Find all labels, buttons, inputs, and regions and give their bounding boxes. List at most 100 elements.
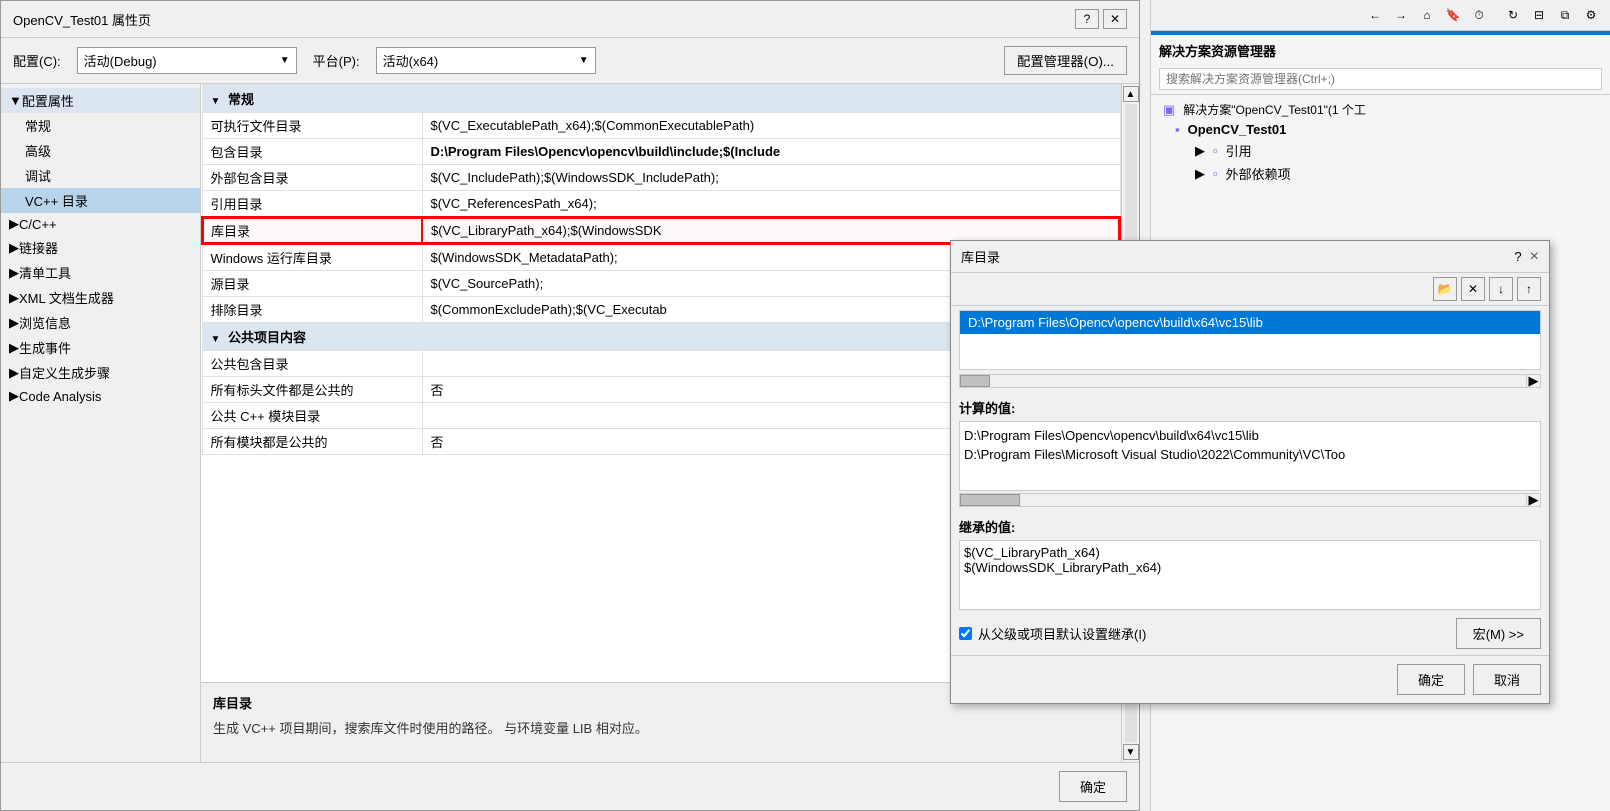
close-button[interactable]: ✕	[1103, 9, 1127, 29]
lib-delete-button[interactable]: ✕	[1461, 277, 1485, 301]
se-refs-label: 引用	[1226, 141, 1252, 160]
prop-name: 外部包含目录	[202, 165, 422, 191]
section-title-2: 公共项目内容	[228, 330, 306, 345]
group-label: 清单工具	[19, 263, 71, 282]
help-button[interactable]: ?	[1075, 9, 1099, 29]
se-home-button[interactable]: ⌂	[1416, 4, 1438, 26]
lib-titlebar-controls: ? ×	[1514, 248, 1539, 266]
lib-ok-button[interactable]: 确定	[1397, 664, 1465, 695]
lib-scroll-thumb[interactable]	[960, 375, 990, 387]
scroll-up-button[interactable]: ▲	[1123, 86, 1139, 102]
table-row[interactable]: 引用目录 $(VC_ReferencesPath_x64);	[202, 191, 1120, 218]
prop-name: 包含目录	[202, 139, 422, 165]
lib-path-list: D:\Program Files\Opencv\opencv\build\x64…	[959, 310, 1541, 370]
config-value: 活动(Debug)	[84, 51, 276, 70]
ok-button[interactable]: 确定	[1059, 771, 1127, 802]
table-row[interactable]: 包含目录 D:\Program Files\Opencv\opencv\buil…	[202, 139, 1120, 165]
lib-computed-item-2: D:\Program Files\Microsoft Visual Studio…	[964, 445, 1536, 464]
lib-inherit-checkbox[interactable]	[959, 627, 972, 640]
description-text: 生成 VC++ 项目期间，搜索库文件时使用的路径。 与环境变量 LIB 相对应。	[213, 718, 1109, 737]
sidebar-item-debug[interactable]: 调试	[1, 163, 200, 188]
section-arrow-icon: ▼	[9, 93, 22, 108]
scroll-down-button[interactable]: ▼	[1123, 744, 1139, 760]
sidebar-group-custom-build[interactable]: ▶ 自定义生成步骤	[1, 360, 200, 385]
sidebar-item-vc-dirs[interactable]: VC++ 目录	[1, 188, 200, 213]
se-tree-refs[interactable]: ▶ ▫ 引用	[1155, 139, 1606, 162]
lib-new-folder-button[interactable]: 📂	[1433, 277, 1457, 301]
sidebar-group-build-events[interactable]: ▶ 生成事件	[1, 335, 200, 360]
se-refresh-button[interactable]: ↻	[1502, 4, 1524, 26]
se-forward-button[interactable]: →	[1390, 4, 1412, 26]
table-row[interactable]: 外部包含目录 $(VC_IncludePath);$(WindowsSDK_In…	[202, 165, 1120, 191]
se-back-button[interactable]: ←	[1364, 4, 1386, 26]
lib-inherited-values: $(VC_LibraryPath_x64) $(WindowsSDK_Libra…	[959, 540, 1541, 610]
config-label: 配置(C):	[13, 51, 61, 70]
lib-path-item[interactable]: D:\Program Files\Opencv\opencv\build\x64…	[960, 311, 1540, 334]
lib-dialog: 库目录 ? × 📂 ✕ ↓ ↑ D:\Program Files\Opencv\…	[950, 240, 1550, 704]
sidebar-group-manifest[interactable]: ▶ 清单工具	[1, 260, 200, 285]
lib-close-button[interactable]: ×	[1530, 248, 1539, 266]
se-solution-label: 解决方案"OpenCV_Test01"(1 个工	[1183, 101, 1366, 118]
platform-dropdown[interactable]: 活动(x64) ▼	[376, 47, 596, 74]
sidebar-group-cpp[interactable]: ▶ C/C++	[1, 213, 200, 235]
lib-inherited-title: 继承的值:	[951, 511, 1549, 538]
dialog-titlebar: OpenCV_Test01 属性页 ? ✕	[1, 1, 1139, 38]
config-dropdown[interactable]: 活动(Debug) ▼	[77, 47, 297, 74]
se-tree-project[interactable]: ▪ OpenCV_Test01	[1155, 120, 1606, 139]
prop-name: 引用目录	[202, 191, 422, 218]
lib-cancel-button[interactable]: 取消	[1473, 664, 1541, 695]
lib-hscrollbar[interactable]: ▶	[959, 374, 1541, 388]
lib-computed-hscrollbar[interactable]: ▶	[959, 493, 1541, 507]
gear-button[interactable]: ⚙	[1580, 4, 1602, 26]
sidebar-group-xml[interactable]: ▶ XML 文档生成器	[1, 285, 200, 310]
se-bookmark-button[interactable]: 🔖	[1442, 4, 1464, 26]
sidebar-item-advanced[interactable]: 高级	[1, 138, 200, 163]
group-arrow-icon: ▶	[9, 240, 19, 256]
lib-down-button[interactable]: ↓	[1489, 277, 1513, 301]
lib-up-button[interactable]: ↑	[1517, 277, 1541, 301]
se-external-label: 外部依赖项	[1226, 164, 1291, 183]
group-label: Code Analysis	[19, 389, 101, 404]
prop-value: D:\Program Files\Opencv\opencv\build\inc…	[422, 139, 1120, 165]
external-arrow-icon: ▶	[1195, 166, 1205, 182]
lib-scroll-right[interactable]: ▶	[1526, 375, 1540, 387]
dialog-buttons: 确定	[1, 762, 1139, 810]
refs-box-icon: ▫	[1213, 143, 1218, 158]
lib-computed-scroll-right[interactable]: ▶	[1526, 494, 1540, 506]
sidebar-item-general[interactable]: 常规	[1, 113, 200, 138]
group-arrow-icon: ▶	[9, 290, 19, 306]
lib-computed-values: D:\Program Files\Opencv\opencv\build\x64…	[959, 421, 1541, 491]
sidebar-group-browse[interactable]: ▶ 浏览信息	[1, 310, 200, 335]
titlebar-controls: ? ✕	[1075, 9, 1127, 29]
lib-help-button[interactable]: ?	[1514, 249, 1521, 264]
se-timer-button[interactable]: ⏱	[1468, 4, 1490, 26]
prop-value: $(VC_ExecutablePath_x64);$(CommonExecuta…	[422, 113, 1120, 139]
lib-computed-scroll-thumb[interactable]	[960, 494, 1020, 506]
prop-value: $(VC_IncludePath);$(WindowsSDK_IncludePa…	[422, 165, 1120, 191]
prop-name-lib-dir: 库目录	[202, 217, 422, 244]
group-label: C/C++	[19, 217, 57, 232]
group-arrow-icon: ▶	[9, 265, 19, 281]
se-search-area	[1151, 64, 1610, 95]
se-search-input[interactable]	[1159, 68, 1602, 90]
se-copy-button[interactable]: ⧉	[1554, 4, 1576, 26]
group-arrow-icon: ▶	[9, 365, 19, 381]
se-split-button[interactable]: ⊟	[1528, 4, 1550, 26]
prop-name: 所有模块都是公共的	[202, 429, 422, 455]
sidebar-group-code-analysis[interactable]: ▶ Code Analysis	[1, 385, 200, 407]
prop-name: 可执行文件目录	[202, 113, 422, 139]
sidebar-section-header[interactable]: ▼ 配置属性	[1, 88, 200, 113]
prop-name: 排除目录	[202, 297, 422, 323]
dialog-title: OpenCV_Test01 属性页	[13, 10, 151, 29]
group-arrow-icon: ▶	[9, 388, 19, 404]
se-tree-solution[interactable]: ▣ 解决方案"OpenCV_Test01"(1 个工	[1155, 99, 1606, 120]
group-label: 链接器	[19, 238, 58, 257]
lib-dialog-title: 库目录	[961, 247, 1000, 266]
lib-macro-button[interactable]: 宏(M) >>	[1456, 618, 1541, 649]
lib-computed-title: 计算的值:	[951, 392, 1549, 419]
se-tree-external[interactable]: ▶ ▫ 外部依赖项	[1155, 162, 1606, 185]
group-label: XML 文档生成器	[19, 288, 114, 307]
config-manager-button[interactable]: 配置管理器(O)...	[1004, 46, 1127, 75]
sidebar-group-linker[interactable]: ▶ 链接器	[1, 235, 200, 260]
table-row[interactable]: 可执行文件目录 $(VC_ExecutablePath_x64);$(Commo…	[202, 113, 1120, 139]
